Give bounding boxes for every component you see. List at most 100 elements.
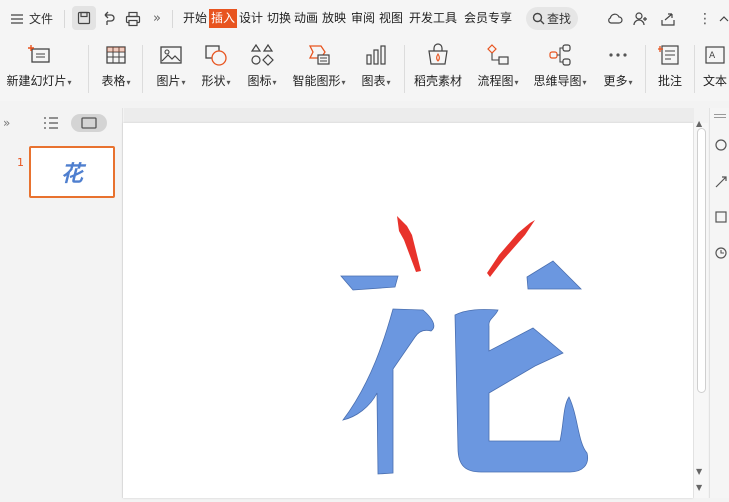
share-icon	[661, 12, 675, 26]
table-label: 表格	[101, 74, 126, 88]
file-menu[interactable]: 文件	[10, 0, 53, 37]
tab-design[interactable]: 设计	[239, 9, 263, 28]
red-arrow-right	[487, 220, 535, 277]
new-slide-button[interactable]: 新建幻灯片▾	[4, 37, 74, 101]
tab-animation[interactable]: 动画	[294, 9, 318, 28]
mind-map-label: 思维导图	[533, 74, 582, 88]
picture-label: 图片	[156, 74, 181, 88]
textbox-icon: A	[705, 46, 725, 64]
divider	[404, 45, 405, 93]
flowchart-label: 流程图	[477, 74, 514, 88]
tab-insert[interactable]: 插入	[209, 9, 238, 28]
properties-icon[interactable]	[714, 138, 728, 152]
divider	[645, 45, 646, 93]
scroll-down-icon[interactable]: ▼	[696, 467, 702, 476]
red-arrow-left	[397, 216, 421, 272]
material-bag-icon	[428, 43, 448, 65]
chart-button[interactable]: 图表▾	[356, 37, 396, 101]
expand-panel-icon[interactable]: »	[3, 116, 10, 130]
picture-icon	[160, 46, 182, 64]
picture-button[interactable]: 图片▾	[151, 37, 191, 101]
animation-icon[interactable]	[714, 175, 728, 189]
textbox-label: 文本	[703, 74, 728, 88]
table-icon	[106, 46, 126, 64]
save-icon	[77, 11, 91, 25]
page-down-icon[interactable]: ▼	[696, 483, 702, 492]
textbox-button[interactable]: A 文本	[699, 37, 729, 101]
icon-gallery-icon	[250, 43, 274, 66]
undo-button[interactable]	[101, 0, 117, 37]
slide-view-toggle[interactable]	[71, 114, 107, 132]
history-icon[interactable]	[714, 246, 728, 260]
slide-canvas[interactable]	[123, 123, 693, 498]
new-slide-label: 新建幻灯片	[6, 74, 67, 88]
shape-button[interactable]: 形状▾	[196, 37, 236, 101]
glyph-piece-left-stroke	[342, 308, 435, 475]
undo-icon	[104, 11, 115, 25]
ellipsis-icon	[609, 53, 627, 57]
smart-art-button[interactable]: 智能图形▾	[288, 37, 350, 101]
outline-view-icon[interactable]	[43, 116, 59, 130]
mind-map-button[interactable]: 思维导图▾	[530, 37, 590, 101]
chart-label: 图表	[361, 74, 386, 88]
title-bar: 文件 » 开始 插入 设计 切换 动画 放映 审阅 视图 开发工具 会员专享 查…	[0, 0, 729, 37]
user-add-icon	[633, 11, 647, 25]
new-slide-icon	[28, 45, 50, 63]
share-user-button[interactable]	[633, 0, 649, 37]
file-menu-label: 文件	[29, 12, 54, 26]
bar-chart-icon	[366, 45, 386, 65]
collapse-ribbon-button[interactable]	[719, 0, 729, 37]
glyph-piece-top-left	[340, 275, 399, 291]
table-button[interactable]: 表格▾	[96, 37, 136, 101]
cloud-sync-button[interactable]	[606, 0, 624, 37]
more-label: 更多	[603, 74, 628, 88]
slide-number: 1	[17, 156, 24, 169]
search-label: 查找	[547, 12, 572, 26]
tab-slideshow[interactable]: 放映	[322, 9, 346, 28]
flowchart-button[interactable]: 流程图▾	[472, 37, 524, 101]
more-button[interactable]: 更多▾	[598, 37, 638, 101]
docer-material-label: 稻壳素材	[413, 74, 462, 88]
pane-handle	[714, 117, 726, 118]
thumbnail-glyph: 花	[60, 161, 83, 187]
print-button[interactable]	[125, 0, 141, 37]
slide-artwork	[340, 216, 589, 475]
tab-member[interactable]: 会员专享	[464, 9, 512, 28]
divider	[172, 10, 173, 28]
tab-review[interactable]: 审阅	[351, 9, 375, 28]
glyph-piece-right-stroke	[454, 309, 589, 473]
pane-handle	[714, 114, 726, 115]
flowchart-icon	[487, 44, 509, 65]
smart-art-label: 智能图形	[292, 74, 341, 88]
divider	[694, 45, 695, 93]
tab-view[interactable]: 视图	[379, 9, 403, 28]
print-icon	[125, 11, 141, 26]
slide-view-icon	[81, 117, 97, 129]
scroll-up-icon[interactable]: ▲	[696, 119, 702, 128]
annotation-arrows	[397, 216, 535, 277]
right-task-pane	[709, 108, 729, 498]
icon-label: 图标	[247, 74, 272, 88]
save-button[interactable]	[72, 6, 96, 30]
ribbon-insert: 新建幻灯片▾ 表格▾ 图片▾ 形状▾ 图标▾ 智能图形▾ 图表▾ 稻壳素材 流程…	[0, 37, 729, 101]
design-icon[interactable]	[714, 210, 728, 224]
more-options-icon[interactable]: ⋮	[698, 0, 712, 37]
divider	[142, 45, 143, 93]
slide-thumbnail[interactable]: 花	[29, 146, 115, 198]
comment-icon	[658, 45, 679, 65]
comment-button[interactable]: 批注	[651, 37, 689, 101]
divider	[64, 10, 65, 28]
search-box[interactable]: 查找	[526, 7, 578, 30]
shape-label: 形状	[201, 74, 226, 88]
chevron-up-icon	[719, 15, 729, 21]
tab-transition[interactable]: 切换	[267, 9, 291, 28]
tab-developer[interactable]: 开发工具	[409, 9, 457, 28]
tab-home[interactable]: 开始	[183, 9, 207, 28]
share-button[interactable]	[660, 0, 676, 37]
scrollbar-thumb[interactable]	[697, 128, 706, 393]
icon-button[interactable]: 图标▾	[242, 37, 282, 101]
docer-material-button[interactable]: 稻壳素材	[412, 37, 464, 101]
search-icon	[532, 12, 545, 25]
hua-glyph	[340, 260, 589, 475]
more-quick-access-icon[interactable]: »	[153, 0, 161, 37]
